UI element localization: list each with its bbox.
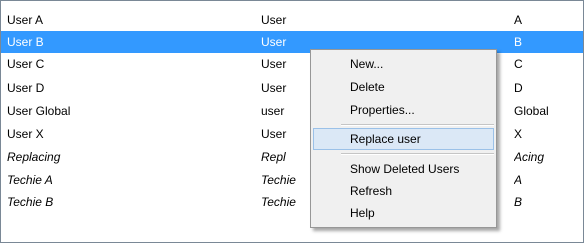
row-name: Techie B xyxy=(7,195,54,209)
menu-item-label: Delete xyxy=(350,80,385,94)
context-menu: New... Delete Properties... Replace user… xyxy=(310,49,497,228)
menu-item-label: New... xyxy=(350,57,384,71)
row-short: X xyxy=(514,127,523,141)
menu-item-label: Refresh xyxy=(350,184,393,198)
row-short: C xyxy=(514,57,523,71)
menu-item-help[interactable]: Help xyxy=(313,202,494,224)
row-name: User C xyxy=(7,57,45,71)
row-short: A xyxy=(514,13,523,27)
menu-item-label: Properties... xyxy=(350,103,415,117)
row-name: Replacing xyxy=(7,150,61,164)
menu-item-label: Help xyxy=(350,206,375,220)
menu-separator xyxy=(341,153,494,155)
row-name: Techie A xyxy=(7,173,53,187)
menu-item-new[interactable]: New... xyxy=(313,53,494,75)
menu-item-label: Replace user xyxy=(350,132,421,146)
row-short: B xyxy=(514,195,523,209)
row-name: User B xyxy=(7,35,44,49)
row-name: User A xyxy=(7,13,44,27)
row-name: User D xyxy=(7,81,45,95)
menu-separator xyxy=(341,124,494,126)
list-row[interactable]: User A User A xyxy=(1,9,583,31)
row-short: B xyxy=(514,35,523,49)
row-name: User X xyxy=(7,127,44,141)
menu-item-replace-user[interactable]: Replace user xyxy=(313,128,494,150)
menu-item-properties[interactable]: Properties... xyxy=(313,99,494,121)
row-name: User Global xyxy=(7,104,71,118)
row-short: Acing xyxy=(514,150,545,164)
row-short: D xyxy=(514,81,523,95)
menu-item-show-deleted-users[interactable]: Show Deleted Users xyxy=(313,158,494,180)
menu-item-label: Show Deleted Users xyxy=(350,162,460,176)
menu-item-refresh[interactable]: Refresh xyxy=(313,180,494,202)
row-type: User xyxy=(261,13,287,27)
menu-item-delete[interactable]: Delete xyxy=(313,76,494,98)
row-short: A xyxy=(514,173,523,187)
row-short: Global xyxy=(514,104,549,118)
